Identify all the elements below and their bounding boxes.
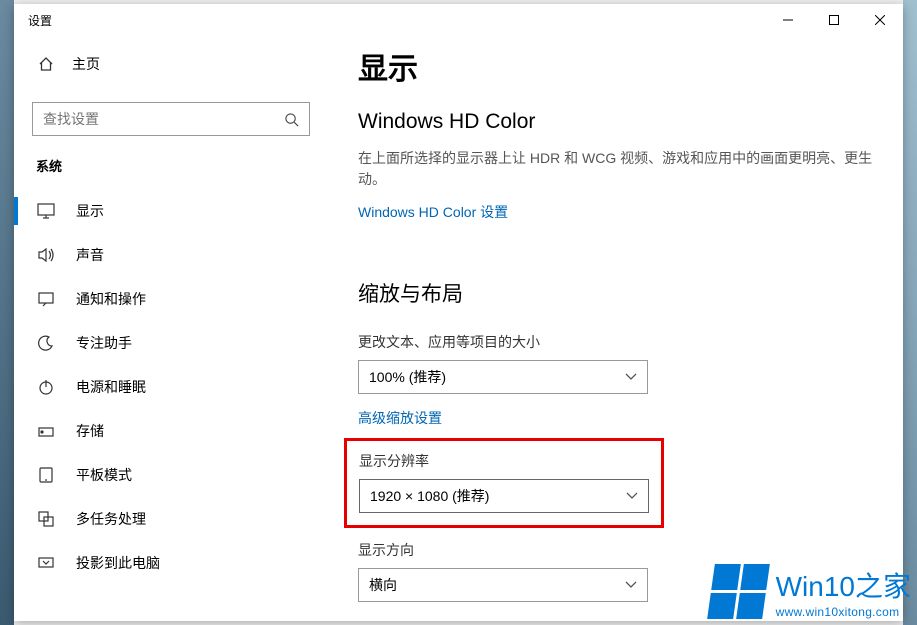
storage-icon xyxy=(36,423,56,439)
sidebar-item-tablet[interactable]: 平板模式 xyxy=(14,453,328,497)
sidebar-item-label: 通知和操作 xyxy=(76,289,146,309)
sidebar-item-label: 显示 xyxy=(76,201,104,221)
watermark-brand: Win10之家 xyxy=(776,565,911,605)
scale-combobox[interactable]: 100% (推荐) xyxy=(358,360,648,394)
sidebar-item-label: 存储 xyxy=(76,421,104,441)
scale-label: 更改文本、应用等项目的大小 xyxy=(358,332,873,352)
orientation-label: 显示方向 xyxy=(358,540,873,560)
hd-color-desc: 在上面所选择的显示器上让 HDR 和 WCG 视频、游戏和应用中的画面更明亮、更… xyxy=(358,148,873,190)
titlebar: 设置 xyxy=(14,4,903,36)
search-input[interactable] xyxy=(43,111,284,127)
sidebar-group-label: 系统 xyxy=(14,156,328,175)
maximize-button[interactable] xyxy=(811,4,857,36)
sidebar-item-label: 声音 xyxy=(76,245,104,265)
home-button[interactable]: 主页 xyxy=(14,44,328,84)
sidebar-item-label: 平板模式 xyxy=(76,465,132,485)
sidebar-item-notifications[interactable]: 通知和操作 xyxy=(14,277,328,321)
sidebar-item-label: 投影到此电脑 xyxy=(76,553,160,573)
sidebar-item-power[interactable]: 电源和睡眠 xyxy=(14,365,328,409)
advanced-scaling-link[interactable]: 高级缩放设置 xyxy=(358,408,442,428)
sidebar-item-multitask[interactable]: 多任务处理 xyxy=(14,497,328,541)
sidebar: 主页 系统 显示 声音 通知和操作 xyxy=(14,36,328,621)
notify-icon xyxy=(36,291,56,307)
home-icon xyxy=(36,56,56,72)
sidebar-item-sound[interactable]: 声音 xyxy=(14,233,328,277)
close-button[interactable] xyxy=(857,4,903,36)
chevron-down-icon xyxy=(625,373,637,381)
page-title: 显示 xyxy=(358,44,873,88)
windows-logo-icon xyxy=(707,564,770,619)
minimize-button[interactable] xyxy=(765,4,811,36)
project-icon xyxy=(36,555,56,571)
sidebar-item-display[interactable]: 显示 xyxy=(14,189,328,233)
watermark-url: www.win10xitong.com xyxy=(776,605,900,619)
sidebar-item-label: 电源和睡眠 xyxy=(76,377,146,397)
sidebar-item-focus[interactable]: 专注助手 xyxy=(14,321,328,365)
resolution-value: 1920 × 1080 (推荐) xyxy=(370,486,626,506)
settings-window: 设置 主页 xyxy=(14,4,903,621)
orientation-value: 横向 xyxy=(369,575,625,595)
multitask-icon xyxy=(36,511,56,527)
scale-value: 100% (推荐) xyxy=(369,367,625,387)
orientation-combobox[interactable]: 横向 xyxy=(358,568,648,602)
content-pane: 显示 Windows HD Color 在上面所选择的显示器上让 HDR 和 W… xyxy=(328,36,903,621)
moon-icon xyxy=(36,335,56,351)
hd-color-link[interactable]: Windows HD Color 设置 xyxy=(358,202,508,222)
resolution-highlight: 显示分辨率 1920 × 1080 (推荐) xyxy=(344,438,664,528)
tablet-icon xyxy=(36,467,56,483)
power-icon xyxy=(36,379,56,395)
sound-icon xyxy=(36,247,56,263)
resolution-combobox[interactable]: 1920 × 1080 (推荐) xyxy=(359,479,649,513)
sidebar-item-label: 专注助手 xyxy=(76,333,132,353)
hd-color-heading: Windows HD Color xyxy=(358,110,873,134)
chevron-down-icon xyxy=(626,492,638,500)
sidebar-item-label: 多任务处理 xyxy=(76,509,146,529)
monitor-icon xyxy=(36,203,56,219)
sidebar-item-project[interactable]: 投影到此电脑 xyxy=(14,541,328,585)
window-title: 设置 xyxy=(28,12,52,29)
chevron-down-icon xyxy=(625,581,637,589)
scaling-heading: 缩放与布局 xyxy=(358,278,873,308)
sidebar-item-storage[interactable]: 存储 xyxy=(14,409,328,453)
home-label: 主页 xyxy=(72,54,100,74)
resolution-label: 显示分辨率 xyxy=(359,451,649,471)
search-box[interactable] xyxy=(32,102,310,136)
watermark: Win10之家 www.win10xitong.com xyxy=(711,564,911,619)
search-icon xyxy=(284,112,299,127)
